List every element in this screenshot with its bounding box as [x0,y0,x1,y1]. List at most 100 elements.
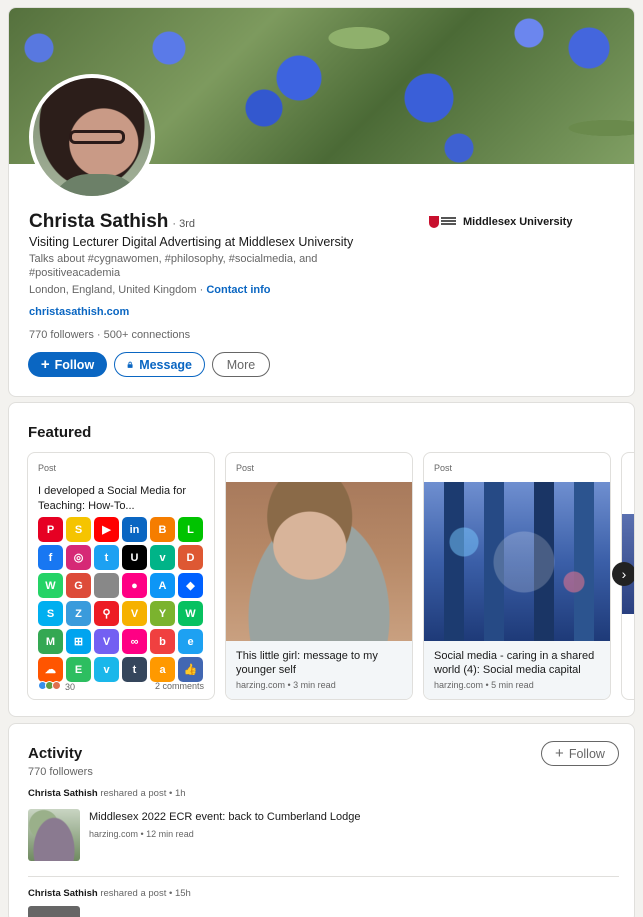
app-icon: ● [122,573,147,598]
app-icon: U [122,545,147,570]
app-icon: b [150,629,175,654]
featured-item-1[interactable]: Post I developed a Social Media for Teac… [27,452,215,700]
featured-item-type: Post [434,463,453,473]
app-icon: A [150,573,175,598]
app-icon: ☁ [38,657,63,682]
activity-follow-label: Follow [568,746,605,761]
app-icon: e [178,629,203,654]
app-icon: ◎ [66,545,91,570]
activity-title: Activity [28,745,83,762]
featured-item-title: Social media - caring in a shared world … [434,650,595,676]
post-thumbnail [28,809,80,861]
social-apps-image: P S ▶ in B Lf ◎ t Uv D W G ● A ◆ S Z ⚲ V Y W M ⊞ V ∞ b e ☁ Ev t a 👍 [38,517,206,682]
app-icon: D [178,545,203,570]
message-button-label: Message [139,357,192,372]
reaction-icons [38,681,61,690]
featured-item-title: This little girl: message to my younger … [236,650,378,676]
app-icon: v [150,545,175,570]
activity-followers: 770 followers [28,766,93,778]
featured-title: Featured [28,424,92,441]
stats-separator: · [93,329,104,341]
app-icon: ▶ [94,517,119,542]
app-icon: Y [150,601,175,626]
activity-actor[interactable]: Christa Sathish [28,788,98,799]
app-icon: ⊞ [66,629,91,654]
education-university[interactable]: Middlesex University [429,216,572,228]
activity-header: Christa Sathish reshared a post • 1h [28,788,186,799]
chevron-right-icon[interactable]: › [612,562,634,586]
app-icon: in [122,517,147,542]
plus-icon: + [555,745,564,762]
app-icon: ⚲ [94,601,119,626]
featured-item-type: Post [38,463,57,473]
connections-count[interactable]: 500+ connections [104,329,191,341]
post-thumbnail [28,906,80,917]
featured-item-3[interactable]: Post Social media - caring in a shared w… [423,452,611,700]
followers-count: 770 followers [29,329,94,341]
app-icon: P [38,517,63,542]
profile-actions: + Follow Message More [28,352,270,377]
app-icon: ◆ [178,573,203,598]
more-button[interactable]: More [212,352,270,377]
post-info: Middlesex 2022 ECR event: back to Cumber… [89,811,361,861]
featured-item-caption: Social media - caring in a shared world … [424,641,610,699]
profile-talks-about: Talks about #cygnawomen, #philosophy, #s… [29,253,318,279]
activity-action: reshared a post • 15h [97,888,191,899]
activity-actor[interactable]: Christa Sathish [28,888,98,899]
activity-post[interactable]: Middlesex 2022 ECR event: back to Cumber… [28,809,361,861]
app-icon: E [66,657,91,682]
featured-item-meta: harzing.com • 5 min read [434,680,534,690]
app-icon: v [94,657,119,682]
avatar-shirt [49,174,145,196]
profile-avatar[interactable] [29,74,155,200]
website-link[interactable]: christasathish.com [29,306,129,318]
location-separator: · [196,284,207,296]
university-name: Middlesex University [463,216,573,228]
featured-item-image [424,482,610,641]
reactions[interactable]: 30 [38,681,75,692]
app-icon: S [38,601,63,626]
profile-name: Christa Sathish [29,211,169,232]
activity-action: reshared a post • 1h [97,788,186,799]
post-meta: harzing.com • 12 min read [89,829,194,839]
featured-item-footer: 30 2 comments [38,681,204,692]
profile-headline: Visiting Lecturer Digital Advertising at… [29,235,354,249]
message-button[interactable]: Message [114,352,205,377]
app-icon: B [150,517,175,542]
divider [28,876,619,877]
app-icon: G [66,573,91,598]
follow-button-label: Follow [54,357,95,372]
university-logo-icon [429,216,457,228]
connection-degree: · 3rd [172,218,195,230]
featured-item-type: Post [236,463,255,473]
app-icon: a [150,657,175,682]
app-icon: 👍 [178,657,203,682]
app-icon: t [122,657,147,682]
app-icon: L [178,517,203,542]
profile-card: Christa Sathish · 3rd Visiting Lecturer … [8,7,635,397]
featured-item-meta: harzing.com • 3 min read [236,680,336,690]
plus-icon: + [40,356,50,373]
featured-item-caption: This little girl: message to my younger … [226,641,412,699]
app-icon: V [122,601,147,626]
contact-info-link[interactable]: Contact info [206,284,270,296]
featured-item-image [226,482,412,641]
app-icon: W [38,573,63,598]
app-icon: Z [66,601,91,626]
avatar-glasses [69,130,125,144]
follow-button[interactable]: + Follow [28,352,107,377]
app-icon: t [94,545,119,570]
profile-stats: 770 followers · 500+ connections [29,329,190,341]
comment-count[interactable]: 2 comments [155,681,204,692]
app-icon: ∞ [122,629,147,654]
activity-follow-button[interactable]: + Follow [541,741,619,766]
featured-item-2[interactable]: Post This little girl: message to my you… [225,452,413,700]
app-icon: V [94,629,119,654]
app-icon: M [38,629,63,654]
featured-section: Featured Post I developed a Social Media… [8,402,635,717]
profile-location-row: London, England, United Kingdom · Contac… [29,284,271,296]
name-row: Christa Sathish · 3rd [29,211,195,233]
activity-header: Christa Sathish reshared a post • 15h [28,888,191,899]
app-icon: f [38,545,63,570]
app-icon: W [178,601,203,626]
